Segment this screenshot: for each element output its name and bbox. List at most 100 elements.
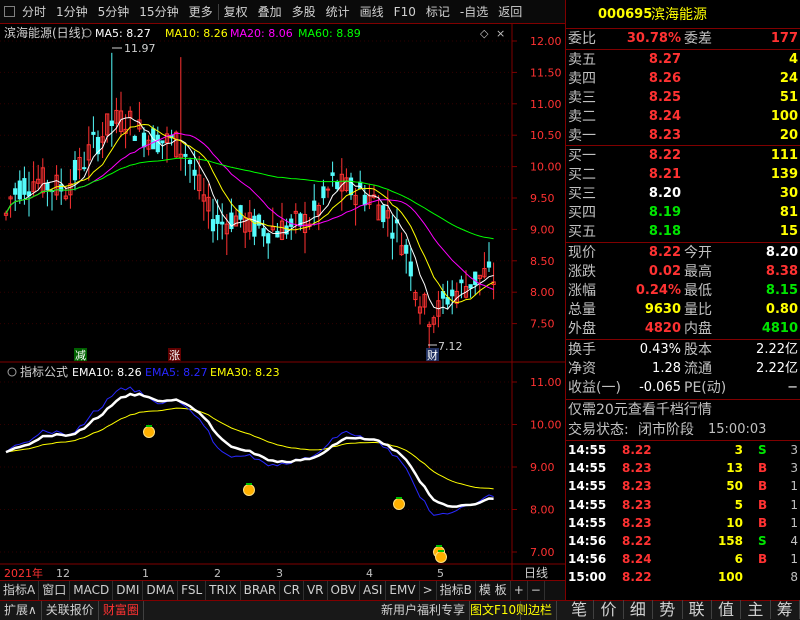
add-pane-button[interactable]: +: [511, 581, 528, 600]
period-toolbar: 分时 1分钟 5分钟 15分钟 更多 复权 叠加 多股 统计 画线 F10 标记…: [0, 0, 565, 24]
candle-body: [192, 169, 197, 176]
stat-label: 现价: [568, 245, 596, 261]
tick-count: 3: [790, 443, 798, 457]
trade-status-time: 15:00:03: [708, 422, 767, 437]
wealth-circle-button[interactable]: 财富圈: [99, 601, 144, 620]
diamond-icon[interactable]: ◇: [480, 27, 489, 40]
tab-macd[interactable]: MACD: [70, 581, 114, 600]
tab-intraday[interactable]: 分时: [17, 1, 51, 23]
bid-row-2[interactable]: 买二 8.21 139: [566, 165, 800, 185]
tab-dmi[interactable]: DMI: [113, 581, 144, 600]
tab-vr[interactable]: VR: [304, 581, 328, 600]
bid-row-1[interactable]: 买一 8.22 111: [566, 146, 800, 166]
tab-chips[interactable]: 筹: [771, 600, 800, 619]
tab-trix[interactable]: TRIX: [206, 581, 241, 600]
promo-link[interactable]: 仅需20元查看千档行情: [568, 400, 712, 420]
signal-icon[interactable]: [393, 498, 405, 510]
order-ratio-value: 30.78%: [626, 31, 681, 46]
kline-chart-area[interactable]: 12.00 11.50 11.00 10.50 10.00 9.50 9.00 8.50 8.0…: [0, 24, 565, 580]
stock-name: 滨海能源: [651, 7, 707, 23]
tab-1min[interactable]: 1分钟: [51, 1, 93, 23]
tab-obv[interactable]: OBV: [328, 581, 361, 600]
tab-ticks[interactable]: 笔: [565, 600, 595, 619]
tab-asi[interactable]: ASI: [360, 581, 387, 600]
signal-icon[interactable]: [143, 426, 155, 438]
tab-fsl[interactable]: FSL: [178, 581, 207, 600]
bid-row-4[interactable]: 买四 8.19 81: [566, 203, 800, 223]
bid-level-label: 买一: [568, 148, 596, 164]
kline-chart-svg[interactable]: 12.00 11.50 11.00 10.50 10.00 9.50 9.00 8.50 8.0…: [0, 24, 565, 580]
tick-row: 14:55 8.23 50 B 1: [566, 477, 800, 495]
statistics-button[interactable]: 统计: [321, 1, 355, 23]
ask-row-4[interactable]: 卖四 8.26 24: [566, 69, 800, 89]
bid-row-5[interactable]: 买五 8.18 15: [566, 222, 800, 242]
rise-tag[interactable]: 涨: [169, 349, 180, 362]
tab-template[interactable]: 模 板: [476, 581, 511, 600]
bid-row-3[interactable]: 买三 8.20 30: [566, 184, 800, 204]
ask-row-1[interactable]: 卖一 8.23 20: [566, 126, 800, 146]
ma20-legend: MA20: 8.06: [230, 27, 293, 40]
tab-price[interactable]: 价: [594, 600, 624, 619]
ask-price: 8.24: [648, 109, 681, 124]
draw-line-button[interactable]: 画线: [355, 1, 389, 23]
related-quote-button[interactable]: 关联报价: [42, 601, 99, 620]
finance-tag[interactable]: 财: [427, 348, 438, 362]
ask-row-3[interactable]: 卖三 8.25 51: [566, 88, 800, 108]
adjust-button[interactable]: 复权: [219, 1, 253, 23]
tab-5min[interactable]: 5分钟: [93, 1, 135, 23]
reduce-tag[interactable]: 减: [75, 349, 86, 362]
tab-main[interactable]: 主: [741, 600, 771, 619]
info-value: 0.43%: [639, 342, 681, 357]
f10-button[interactable]: F10: [389, 1, 421, 23]
tab-detail[interactable]: 细: [624, 600, 654, 619]
multi-stock-button[interactable]: 多股: [287, 1, 321, 23]
bid-volume: 81: [779, 205, 798, 220]
bid-level-label: 买四: [568, 205, 596, 221]
ask-volume: 20: [779, 128, 798, 143]
bid-price: 8.18: [648, 224, 681, 239]
tick-price: 8.23: [622, 461, 652, 476]
tick-time: 14:55: [568, 461, 607, 476]
new-user-promo[interactable]: 新用户福利专享: [377, 601, 471, 620]
tick-row: 14:55 8.23 5 B 1: [566, 496, 800, 514]
remove-watchlist-button[interactable]: -自选: [455, 1, 493, 23]
signal-icon[interactable]: [435, 551, 447, 563]
info-row: 收益(一) -0.065 PE(动) −: [566, 378, 800, 398]
tab-emv[interactable]: EMV: [386, 581, 420, 600]
expand-button[interactable]: 扩展∧: [0, 601, 42, 620]
tab-value[interactable]: 值: [712, 600, 742, 619]
ask-row-5[interactable]: 卖五 8.27 4: [566, 50, 800, 70]
tab-window[interactable]: 窗口: [39, 581, 71, 600]
tab-link[interactable]: 联: [683, 600, 712, 619]
tab-trend[interactable]: 势: [653, 600, 683, 619]
remove-pane-button[interactable]: −: [528, 581, 545, 600]
tab-cr[interactable]: CR: [280, 581, 304, 600]
period-label[interactable]: 日线: [524, 566, 548, 580]
tick-volume: 100: [717, 570, 743, 585]
tab-15min[interactable]: 15分钟: [134, 1, 183, 23]
signal-icon[interactable]: [243, 484, 255, 496]
y-tick-label: 9.50: [530, 192, 555, 205]
candle-body: [312, 200, 317, 211]
back-button[interactable]: 返回: [493, 1, 527, 23]
x-month-label: 4: [366, 567, 373, 580]
tab-dma[interactable]: DMA: [143, 581, 179, 600]
sidebar-button[interactable]: 则边栏: [512, 601, 558, 620]
tick-time: 14:55: [568, 479, 607, 494]
tab-more[interactable]: 更多: [184, 1, 218, 23]
tab-indicator-b[interactable]: 指标B: [437, 581, 476, 600]
tab-indicator-a[interactable]: 指标A: [0, 581, 40, 600]
tick-price: 8.22: [622, 570, 652, 585]
checkbox-icon[interactable]: [4, 6, 15, 17]
ask-row-2[interactable]: 卖二 8.24 100: [566, 107, 800, 127]
tab-brar[interactable]: BRAR: [241, 581, 281, 600]
tabs-scroll-right[interactable]: >: [420, 581, 437, 600]
promo-row[interactable]: 仅需20元查看千档行情: [566, 400, 800, 420]
candle-body: [486, 261, 492, 268]
ask-price: 8.23: [648, 128, 681, 143]
tick-count: 1: [790, 552, 798, 567]
mark-button[interactable]: 标记: [421, 1, 455, 23]
overlay-button[interactable]: 叠加: [253, 1, 287, 23]
close-icon[interactable]: ×: [496, 27, 505, 40]
candle-body: [210, 219, 216, 232]
